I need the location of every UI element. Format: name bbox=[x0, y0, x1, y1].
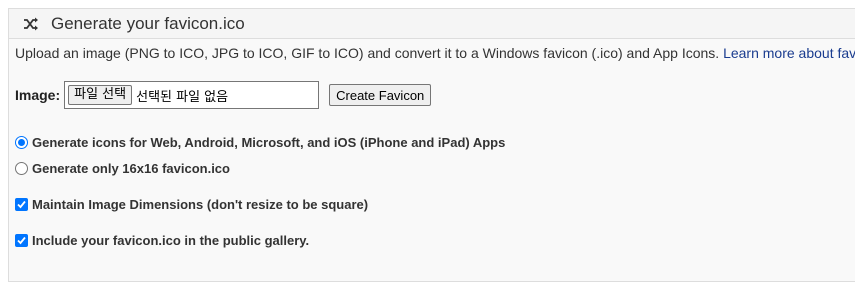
radio-all-platforms[interactable] bbox=[15, 136, 28, 149]
intro-description: Upload an image (PNG to ICO, JPG to ICO,… bbox=[15, 45, 724, 61]
option-all-platforms[interactable]: Generate icons for Web, Android, Microso… bbox=[15, 135, 505, 150]
shuffle-icon bbox=[23, 16, 39, 32]
check-icon bbox=[17, 236, 26, 245]
option-16x16-only-label: Generate only 16x16 favicon.ico bbox=[32, 161, 230, 176]
create-favicon-button[interactable]: Create Favicon bbox=[329, 84, 432, 106]
option-public-gallery[interactable]: Include your favicon.ico in the public g… bbox=[15, 233, 309, 248]
option-16x16-only[interactable]: Generate only 16x16 favicon.ico bbox=[15, 161, 230, 176]
panel-header: Generate your favicon.ico bbox=[9, 9, 855, 39]
file-input[interactable]: 파일 선택 선택된 파일 없음 bbox=[64, 81, 320, 109]
file-status-text: 선택된 파일 없음 bbox=[136, 89, 229, 105]
option-public-gallery-label: Include your favicon.ico in the public g… bbox=[32, 233, 310, 248]
image-label: Image: bbox=[15, 87, 61, 103]
option-maintain-dimensions[interactable]: Maintain Image Dimensions (don't resize … bbox=[15, 197, 368, 212]
upload-row: Image: 파일 선택 선택된 파일 없음 Create Favicon bbox=[15, 81, 432, 109]
page-title: Generate your favicon.ico bbox=[51, 13, 245, 33]
learn-more-link[interactable]: Learn more about favicons. bbox=[723, 45, 855, 61]
radio-16x16-only[interactable] bbox=[15, 162, 28, 175]
checkbox-maintain-dimensions[interactable] bbox=[15, 198, 28, 211]
option-maintain-dimensions-label: Maintain Image Dimensions (don't resize … bbox=[32, 197, 369, 212]
check-icon bbox=[17, 200, 26, 209]
checkbox-public-gallery[interactable] bbox=[15, 234, 28, 247]
option-all-platforms-label: Generate icons for Web, Android, Microso… bbox=[32, 135, 506, 150]
intro-text: Upload an image (PNG to ICO, JPG to ICO,… bbox=[15, 45, 855, 61]
choose-file-button[interactable]: 파일 선택 bbox=[68, 85, 133, 105]
